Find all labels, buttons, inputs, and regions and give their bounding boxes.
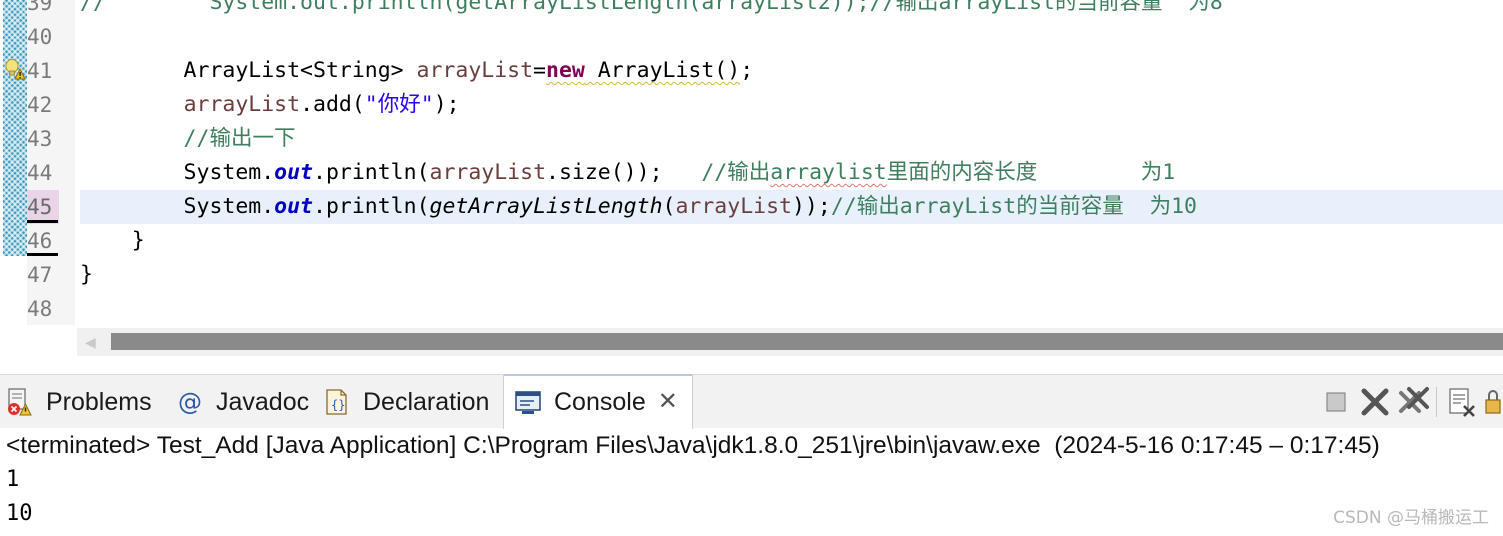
- code-line-41[interactable]: ArrayList<String> arrayList=new ArrayLis…: [80, 54, 1503, 88]
- scrollbar-thumb[interactable]: [111, 333, 1503, 350]
- line-number-current: 45: [27, 190, 59, 224]
- line-number: 42: [27, 93, 53, 117]
- overview-ruler: [0, 0, 28, 360]
- lightbulb-warning-icon[interactable]: [4, 58, 26, 80]
- code-line-44[interactable]: System.out.println(arrayList.size()); //…: [80, 156, 1503, 190]
- code-line-42[interactable]: arrayList.add("你好");: [80, 88, 1503, 122]
- tab-console[interactable]: Console ✕: [503, 374, 693, 429]
- watermark: CSDN @马桶搬运工: [1333, 508, 1489, 528]
- line-number-underline: [27, 253, 58, 256]
- code-line-45-current[interactable]: System.out.println(getArrayListLength(ar…: [80, 190, 1503, 224]
- line-number: 48: [27, 297, 53, 321]
- console-output-line: 1: [6, 467, 20, 492]
- code-line-46[interactable]: }: [80, 224, 1503, 258]
- tab-declaration[interactable]: {} Declaration: [323, 375, 489, 429]
- svg-text:{}: {}: [331, 398, 345, 412]
- code-line-47[interactable]: }: [80, 258, 1503, 292]
- code-editor[interactable]: 39 40 41 42 43 44 45 46 47 48 // System.…: [0, 0, 1503, 360]
- toolbar-separator: [1436, 387, 1437, 417]
- tab-label: Problems: [46, 387, 152, 416]
- remove-launch-icon[interactable]: [1357, 384, 1393, 420]
- console-view: Problems @ Javadoc {} Declaration Consol…: [0, 374, 1503, 536]
- terminate-icon[interactable]: [1318, 384, 1354, 420]
- tab-label: Declaration: [363, 387, 490, 416]
- tab-javadoc[interactable]: @ Javadoc: [176, 375, 309, 429]
- code-line-40[interactable]: [80, 20, 1503, 54]
- line-number-underline: [27, 220, 58, 223]
- scroll-lock-icon[interactable]: [1483, 384, 1503, 420]
- code-line-48[interactable]: [80, 292, 1503, 326]
- javadoc-at-icon: @: [178, 388, 202, 416]
- line-number: 44: [27, 161, 53, 185]
- console-output-line: 10: [6, 501, 33, 526]
- close-icon[interactable]: ✕: [658, 387, 678, 417]
- code-area[interactable]: // System.out.println(getArrayListLength…: [80, 0, 1503, 325]
- line-number: 40: [27, 25, 53, 49]
- clear-console-icon[interactable]: [1444, 384, 1480, 420]
- tab-problems[interactable]: Problems: [6, 375, 152, 429]
- problems-icon: [6, 387, 34, 417]
- declaration-icon: {}: [323, 387, 351, 417]
- line-number: 39: [27, 0, 53, 15]
- tab-label: Javadoc: [216, 387, 310, 416]
- view-tab-bar: Problems @ Javadoc {} Declaration Consol…: [0, 374, 1503, 429]
- horizontal-scrollbar[interactable]: ◀: [77, 328, 1503, 356]
- code-line-39[interactable]: // System.out.println(getArrayListLength…: [80, 0, 1503, 20]
- code-line-43[interactable]: //输出一下: [80, 122, 1503, 156]
- console-toolbar: [1315, 375, 1503, 429]
- line-number: 43: [27, 127, 53, 151]
- line-number-gutter: 39 40 41 42 43 44 45 46 47 48: [27, 0, 75, 325]
- terminated-status-line: <terminated> Test_Add [Java Application]…: [6, 432, 1380, 459]
- line-number: 41: [27, 59, 53, 83]
- remove-all-terminated-icon[interactable]: [1396, 384, 1432, 420]
- line-number: 47: [27, 263, 53, 287]
- console-icon: [514, 387, 542, 417]
- tab-label: Console: [554, 387, 646, 416]
- scroll-left-arrow-icon[interactable]: ◀: [85, 334, 99, 350]
- quick-diff-change-bar: [3, 0, 27, 256]
